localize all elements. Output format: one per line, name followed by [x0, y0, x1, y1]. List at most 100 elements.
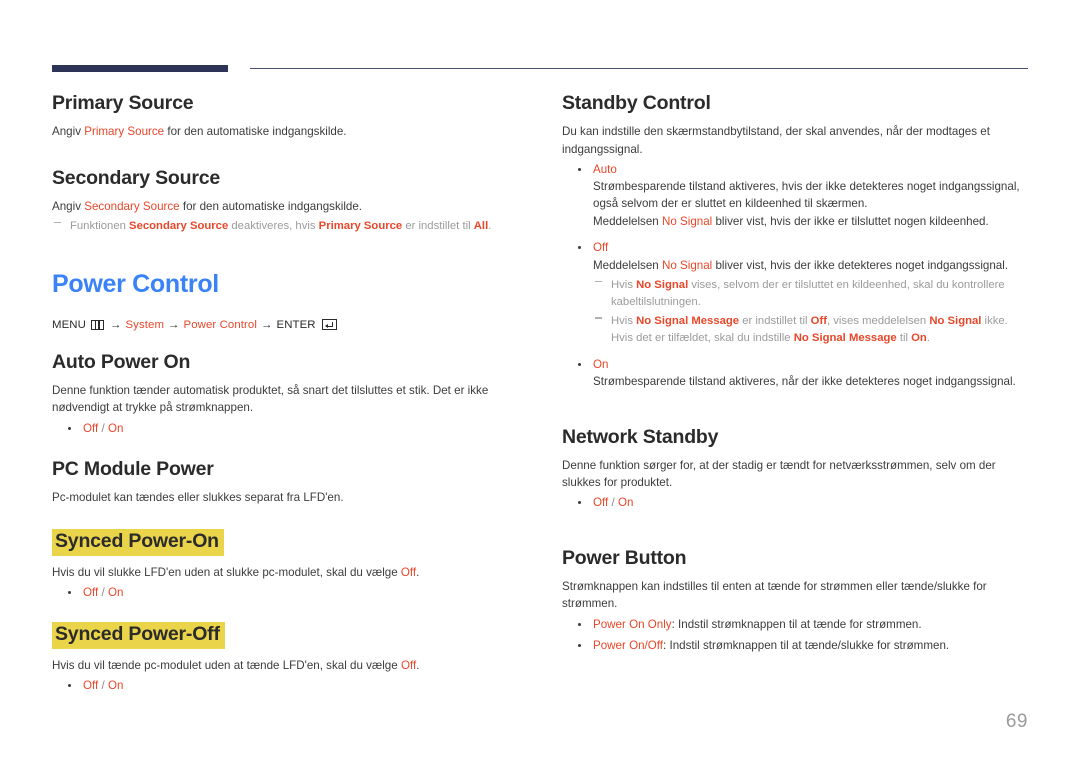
- header-rule-thin: [250, 68, 1028, 69]
- section-title-primary-source: Primary Source: [52, 92, 194, 114]
- bullet-dot-icon: [578, 622, 581, 626]
- list-item: Off / On: [52, 677, 517, 694]
- list-item: On Strømbesparende tilstand aktiveres, n…: [562, 356, 1027, 391]
- note-b-text-4: ikke.: [981, 315, 1008, 328]
- auto-line2-post: bliver vist, hvis der ikke er tilsluttet…: [712, 214, 989, 228]
- section-title-network-standby: Network Standby: [562, 425, 719, 448]
- synced-on-term: Off: [400, 565, 417, 579]
- note-b-term-1: No Signal Message: [636, 315, 740, 328]
- note-b-term-4: No Signal Message: [793, 332, 897, 345]
- option-off[interactable]: Off: [593, 241, 608, 254]
- synced-on-desc-post: .: [416, 565, 420, 579]
- option-off[interactable]: Off: [593, 496, 608, 509]
- synced-power-on-highlight: Synced Power-On: [52, 529, 224, 556]
- list-item: Power On/Off: Indstil strømknappen til a…: [562, 637, 1027, 654]
- option-power-on-off-text: : Indstil strømknappen til at tænde/sluk…: [663, 638, 950, 652]
- breadcrumb-arrow-2: →: [168, 318, 180, 331]
- synced-power-on-description: Hvis du vil slukke LFD'en uden at slukke…: [52, 564, 517, 581]
- auto-line2-pre: Meddelelsen: [593, 214, 662, 228]
- synced-power-off-options: Off / On: [52, 677, 517, 694]
- primary-source-desc-pre: Angiv: [52, 125, 85, 139]
- bullet-dot-icon: [68, 591, 71, 594]
- standby-control-description: Du kan indstille den skærmstandbytilstan…: [562, 125, 990, 156]
- section-title-synced-power-on: Synced Power-On: [52, 529, 517, 556]
- bullet-dot-icon: [68, 426, 71, 430]
- note-dash-icon: [595, 281, 602, 283]
- network-standby-description: Denne funktion sørger for, at der stadig…: [562, 459, 996, 490]
- breadcrumb-item-power-control: Power Control: [183, 318, 258, 331]
- standby-off-note-b: Hvis No Signal Message er indstillet til…: [593, 313, 1027, 346]
- breadcrumb-arrow-3: →: [261, 318, 273, 331]
- secondary-source-description: Angiv Secondary Source for den automatis…: [52, 198, 517, 215]
- section-title-secondary-source: Secondary Source: [52, 166, 221, 189]
- option-auto[interactable]: Auto: [593, 163, 617, 176]
- option-auto-line-1: Strømbesparende tilstand aktiveres, hvis…: [593, 180, 1020, 211]
- power-button-options: Power On Only: Indstil strømknappen til …: [562, 616, 1027, 655]
- note-text-4: .: [488, 220, 492, 233]
- note-b-text-7: .: [926, 332, 930, 345]
- option-off[interactable]: Off: [83, 586, 98, 599]
- synced-off-term: Off: [400, 658, 417, 672]
- option-on[interactable]: On: [593, 358, 608, 371]
- secondary-source-desc-post: for den automatiske indgangskilde.: [179, 199, 363, 213]
- synced-off-desc-pre: Hvis du vil tænde pc-modulet uden at tæn…: [52, 658, 401, 672]
- option-on-line-1: Strømbesparende tilstand aktiveres, når …: [593, 375, 1016, 389]
- standby-off-note-a: Hvis No Signal vises, selvom der er tils…: [593, 277, 1027, 310]
- bullet-dot-icon: [578, 246, 581, 250]
- auto-line2-term: No Signal: [661, 214, 713, 228]
- right-column: Standby Control Du kan indstille den skæ…: [562, 92, 1027, 695]
- option-separator: /: [101, 678, 105, 692]
- menu-grid-icon: [90, 319, 104, 330]
- breadcrumb-arrow-1: →: [109, 318, 122, 331]
- option-on[interactable]: On: [108, 422, 123, 435]
- option-power-on-off[interactable]: Power On/Off: [593, 639, 663, 652]
- network-standby-options: Off / On: [562, 494, 1027, 511]
- header-rule-thick: [52, 65, 228, 72]
- option-off[interactable]: Off: [83, 679, 98, 692]
- pc-module-power-description: Pc-modulet kan tændes eller slukkes sepa…: [52, 491, 344, 505]
- primary-source-term: Primary Source: [84, 125, 165, 139]
- note-dash-icon: [54, 222, 61, 224]
- option-power-on-only[interactable]: Power On Only: [593, 618, 672, 631]
- left-column: Primary Source Angiv Primary Source for …: [52, 92, 517, 695]
- synced-power-off-description: Hvis du vil tænde pc-modulet uden at tæn…: [52, 657, 517, 674]
- option-off-line-1: Meddelelsen No Signal bliver vist, hvis …: [593, 257, 1027, 274]
- enter-label: ENTER: [276, 318, 316, 331]
- note-a-text-1: Hvis: [611, 279, 637, 292]
- note-dash-icon: [595, 317, 602, 319]
- menu-label: MENU: [52, 318, 86, 331]
- list-item: Auto Strømbesparende tilstand aktiveres,…: [562, 161, 1027, 231]
- auto-power-on-description: Denne funktion tænder automatisk produkt…: [52, 384, 489, 415]
- page-columns: Primary Source Angiv Primary Source for …: [52, 92, 1030, 695]
- primary-source-desc-post: for den automatiske indgangskilde.: [164, 125, 347, 139]
- note-text-1: Funktionen: [70, 220, 130, 233]
- secondary-source-note: Funktionen Secondary Source deaktiveres,…: [52, 218, 517, 235]
- option-on[interactable]: On: [108, 679, 123, 692]
- note-text-3: er indstillet til: [402, 220, 474, 233]
- section-title-pc-module-power: PC Module Power: [52, 457, 214, 480]
- bullet-dot-icon: [578, 167, 581, 171]
- list-item: Off Meddelelsen No Signal bliver vist, h…: [562, 239, 1027, 347]
- option-power-on-only-text: : Indstil strømknappen til at tænde for …: [671, 617, 922, 631]
- synced-power-on-options: Off / On: [52, 584, 517, 601]
- off-line1-post: bliver vist, hvis der ikke detekteres no…: [712, 258, 1009, 272]
- note-a-term-1: No Signal: [636, 279, 689, 292]
- enter-key-icon: [321, 319, 337, 331]
- note-term-2: Primary Source: [318, 220, 403, 233]
- option-on[interactable]: On: [618, 496, 633, 509]
- option-on[interactable]: On: [108, 586, 123, 599]
- note-text-2: deaktiveres, hvis: [228, 220, 319, 233]
- note-b-term-2: Off: [810, 315, 827, 328]
- secondary-source-desc-pre: Angiv: [52, 199, 85, 213]
- option-off[interactable]: Off: [83, 422, 98, 435]
- list-item: Off / On: [52, 584, 517, 601]
- breadcrumb-item-system: System: [125, 318, 165, 331]
- primary-source-description: Angiv Primary Source for den automatiske…: [52, 123, 517, 140]
- auto-power-on-options: Off / On: [52, 420, 517, 437]
- option-separator: /: [101, 586, 105, 599]
- list-item: Power On Only: Indstil strømknappen til …: [562, 616, 1027, 633]
- bullet-dot-icon: [578, 362, 581, 366]
- bullet-dot-icon: [578, 643, 581, 647]
- bullet-dot-icon: [68, 683, 71, 687]
- note-b-text-2: er indstillet til: [739, 315, 811, 328]
